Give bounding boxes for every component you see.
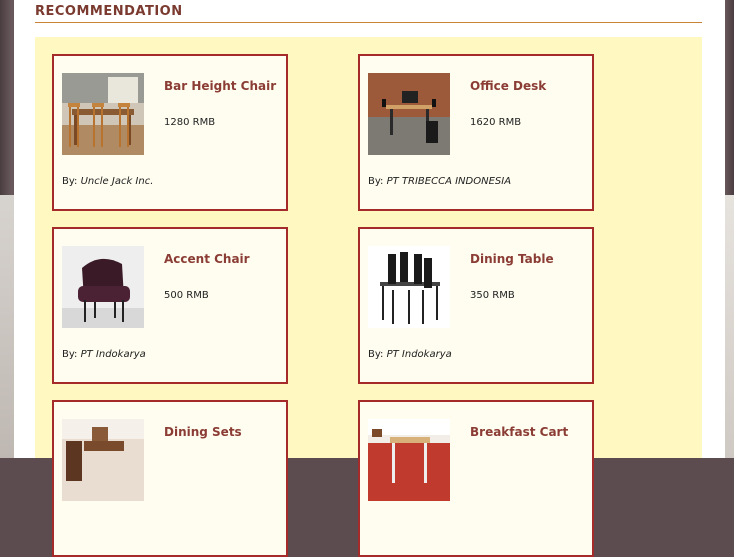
product-card[interactable]: Office Desk 1620 RMB By: PT TRIBECCA IND… <box>358 54 594 211</box>
product-price: 500 RMB <box>164 290 209 301</box>
product-card[interactable]: Dining Table 350 RMB By: PT Indokarya <box>358 227 594 384</box>
product-name[interactable]: Accent Chair <box>164 252 250 266</box>
seller-name: PT Indokarya <box>80 349 146 360</box>
product-price: 1620 RMB <box>470 117 522 128</box>
product-seller: By: PT Indokarya <box>62 349 146 360</box>
product-name[interactable]: Office Desk <box>470 79 546 93</box>
product-name[interactable]: Dining Table <box>470 252 554 266</box>
product-seller: By: PT TRIBECCA INDONESIA <box>368 176 511 187</box>
product-name[interactable]: Bar Height Chair <box>164 79 276 93</box>
by-label: By: <box>62 176 78 187</box>
product-card[interactable]: Breakfast Cart <box>358 400 594 557</box>
seller-name: Uncle Jack Inc. <box>80 176 154 187</box>
accent-chair-image[interactable] <box>62 246 144 328</box>
product-name[interactable]: Breakfast Cart <box>470 425 568 439</box>
by-label: By: <box>62 349 78 360</box>
product-card[interactable]: Dining Sets <box>52 400 288 557</box>
breakfast-cart-image[interactable] <box>368 419 450 501</box>
bar-height-chair-image[interactable] <box>62 73 144 155</box>
by-label: By: <box>368 349 384 360</box>
product-seller: By: Uncle Jack Inc. <box>62 176 153 187</box>
section-title: RECOMMENDATION <box>35 4 183 19</box>
dining-table-image[interactable] <box>368 246 450 328</box>
product-name[interactable]: Dining Sets <box>164 425 242 439</box>
product-price: 350 RMB <box>470 290 515 301</box>
seller-name: PT TRIBECCA INDONESIA <box>386 176 512 187</box>
section-divider <box>35 22 702 23</box>
product-seller: By: PT Indokarya <box>368 349 452 360</box>
office-desk-image[interactable] <box>368 73 450 155</box>
product-card[interactable]: Bar Height Chair 1280 RMB By: Uncle Jack… <box>52 54 288 211</box>
product-price: 1280 RMB <box>164 117 216 128</box>
product-card[interactable]: Accent Chair 500 RMB By: PT Indokarya <box>52 227 288 384</box>
by-label: By: <box>368 176 384 187</box>
background-sofa-left <box>0 195 14 458</box>
seller-name: PT Indokarya <box>386 349 452 360</box>
dining-sets-image[interactable] <box>62 419 144 501</box>
background-sofa-right <box>724 195 734 458</box>
